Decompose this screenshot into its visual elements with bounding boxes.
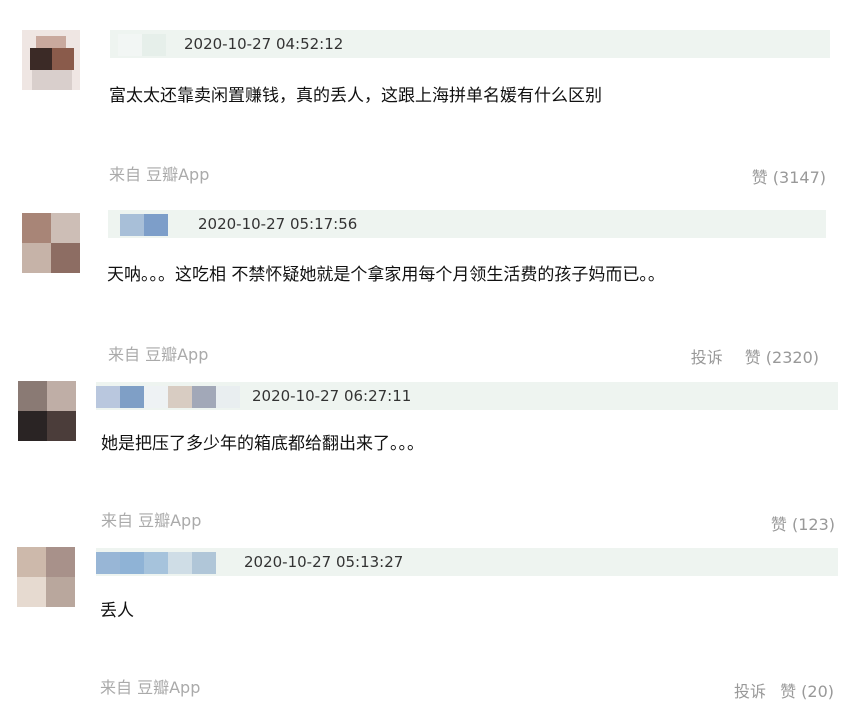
comment-actions: 投诉 赞 (2320) [691,344,819,368]
comment-timestamp: 2020-10-27 05:13:27 [244,553,404,571]
comment-source: 来自 豆瓣App [100,678,201,697]
like-button[interactable]: 赞 (2320) [745,344,819,368]
avatar[interactable] [22,213,80,273]
comment-source: 来自 豆瓣App [108,345,209,364]
comment-meta-bar: 2020-10-27 05:17:56 [108,210,826,238]
comment-text: 她是把压了多少年的箱底都给翻出来了。。。 [101,434,424,454]
avatar[interactable] [17,547,75,607]
comment-meta-bar: 2020-10-27 06:27:11 [96,382,838,410]
like-button[interactable]: 赞 (20) [780,678,834,702]
comment-meta-bar: 2020-10-27 05:13:27 [96,548,838,576]
comment-timestamp: 2020-10-27 05:17:56 [198,215,358,233]
comment-actions: 投诉 赞 (20) [734,678,834,702]
username-blurred[interactable] [120,214,168,236]
comment-text: 天呐。。。这吃相 不禁怀疑她就是个拿家用每个月领生活费的孩子妈而已。。 [107,265,665,285]
comment-actions: 赞 (123) [771,511,835,535]
comment-text: 丢人 [100,601,134,621]
report-button[interactable]: 投诉 [734,678,766,702]
avatar[interactable] [18,381,76,441]
comment-source: 来自 豆瓣App [101,511,202,530]
comment-timestamp: 2020-10-27 06:27:11 [252,387,412,405]
report-button[interactable]: 投诉 [691,344,723,368]
username-blurred[interactable] [96,552,216,574]
comment-item: 2020-10-27 05:13:27 丢人 来自 豆瓣App 投诉 赞 (20… [0,0,843,701]
like-button[interactable]: 赞 (123) [771,511,835,535]
username-blurred[interactable] [96,386,240,408]
